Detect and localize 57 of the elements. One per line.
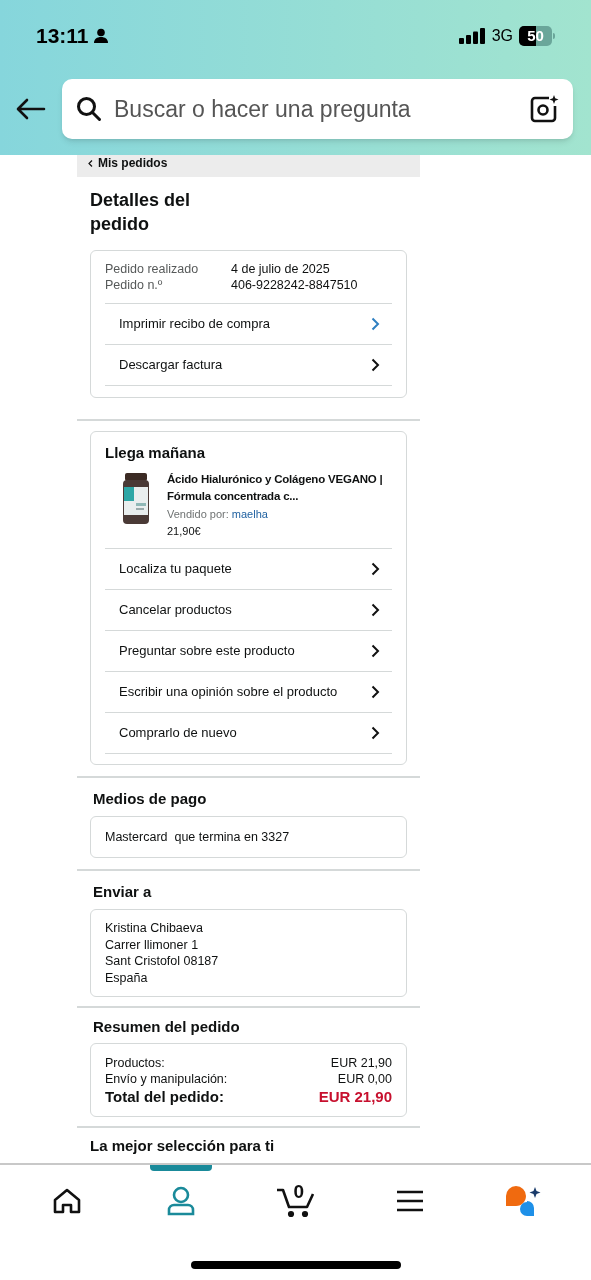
search-input[interactable]: Buscar o hacer una pregunta <box>114 91 517 127</box>
section-heading: La mejor selección para ti <box>90 1136 276 1155</box>
cart-count: 0 <box>293 1180 305 1204</box>
action-link[interactable]: Descargar factura <box>119 355 223 375</box>
section-heading: Medios de pago <box>93 789 208 809</box>
chevron-right-icon <box>371 562 380 576</box>
action-link[interactable]: Comprarlo de nuevo <box>119 723 237 743</box>
section-heading: Resumen del pedido <box>93 1017 241 1037</box>
info-value: 4 de julio de 2025 <box>231 261 330 277</box>
action-link[interactable]: Cancelar productos <box>119 600 232 620</box>
seller-link[interactable]: maelha <box>231 508 268 520</box>
chevron-right-icon <box>371 358 380 372</box>
chevron-right-icon <box>371 603 380 617</box>
address-line: Sant Cristofol 08187 <box>105 953 220 970</box>
summary-label: Total del pedido: <box>105 1087 224 1106</box>
action-link[interactable]: Localiza tu paquete <box>119 559 232 579</box>
back-link[interactable]: Mis pedidos <box>98 155 168 171</box>
cart-icon[interactable] <box>275 1186 316 1218</box>
chat-assistant-icon[interactable] <box>504 1185 543 1217</box>
address-line: España <box>105 969 149 986</box>
action-link[interactable]: Escribir una opinión sobre el producto <box>119 682 338 702</box>
home-icon[interactable] <box>53 1188 82 1214</box>
back-arrow-icon[interactable] <box>16 98 46 120</box>
payment-method: Mastercard que termina en 3327 <box>105 828 290 846</box>
chevron-right-icon <box>371 685 380 699</box>
search-field[interactable]: Buscar o hacer una pregunta <box>62 79 573 139</box>
product-title[interactable]: Ácido Hialurónico y Colágeno VEGANO | Fórmula concentrada c... <box>167 471 387 505</box>
action-link[interactable]: Imprimir recibo de compra <box>119 314 270 334</box>
section-heading: Llega mañana <box>105 443 207 463</box>
info-label: Pedido realizado <box>105 261 200 277</box>
address-line: Kristina Chibaeva <box>105 920 204 937</box>
summary-label: Productos: <box>105 1055 165 1071</box>
summary-value: EUR 0,00 <box>337 1071 392 1087</box>
chevron-right-icon <box>371 644 380 658</box>
search-icon <box>76 96 102 122</box>
camera-icon[interactable] <box>529 94 559 124</box>
section-heading: Enviar a <box>93 882 153 902</box>
chevron-left-icon <box>88 160 93 167</box>
person-icon <box>92 28 109 44</box>
summary-value: EUR 21,90 <box>318 1087 392 1106</box>
network-label: 3G <box>491 26 513 46</box>
signal-icon <box>458 28 486 44</box>
menu-icon[interactable] <box>395 1190 424 1212</box>
info-label: Pedido n.º <box>105 277 164 293</box>
action-link[interactable]: Preguntar sobre este producto <box>119 641 295 661</box>
battery-indicator: 50 <box>519 26 555 46</box>
product-price: 21,90€ <box>167 524 202 539</box>
chevron-right-icon <box>371 726 380 740</box>
account-icon[interactable] <box>167 1186 196 1216</box>
info-value: 406-9228242-8847510 <box>231 277 358 293</box>
chevron-right-icon <box>371 317 380 331</box>
sold-by-label: Vendido por: <box>167 508 229 520</box>
status-time: 13:11 <box>36 23 89 50</box>
address-line: Carrer llimoner 1 <box>105 936 200 953</box>
summary-label: Envío y manipulación: <box>105 1071 228 1087</box>
page-title: Detalles del pedido <box>90 189 192 236</box>
summary-value: EUR 21,90 <box>330 1055 392 1071</box>
